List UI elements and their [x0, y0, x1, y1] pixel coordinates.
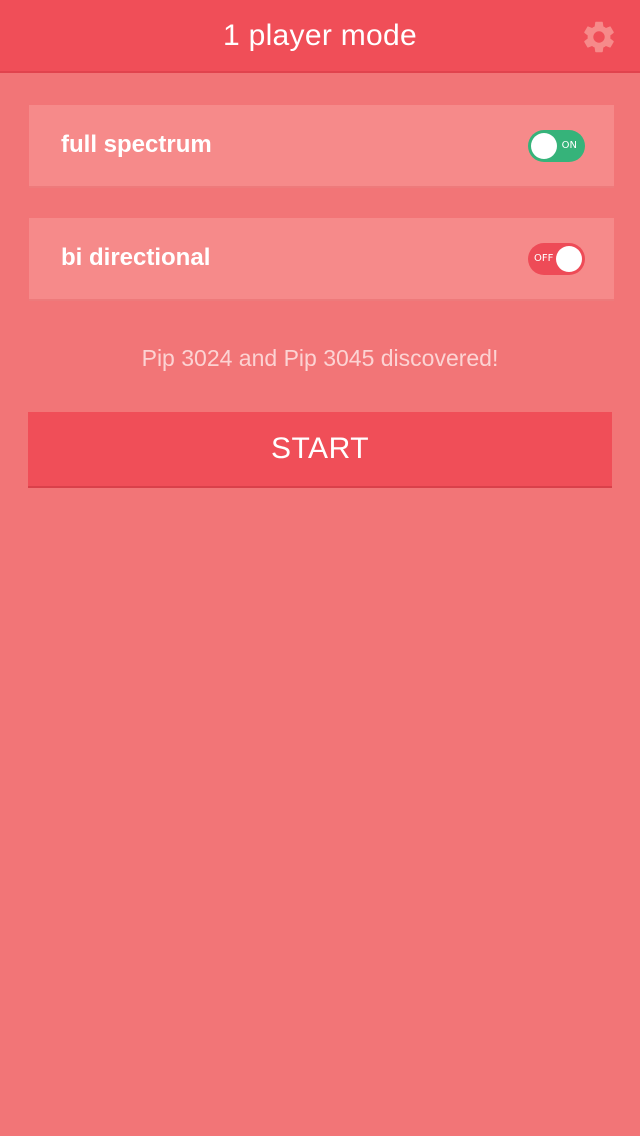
bi-directional-toggle[interactable]: OFF	[528, 243, 585, 275]
option-label: bi directional	[61, 244, 211, 271]
toggle-state-text: OFF	[534, 253, 554, 264]
app-screen: 1 player mode full spectrum ON bi direct…	[0, 0, 640, 1136]
option-label: full spectrum	[61, 131, 212, 158]
option-row-full-spectrum: full spectrum ON	[29, 105, 614, 188]
toggle-knob	[556, 246, 582, 272]
full-spectrum-toggle[interactable]: ON	[528, 130, 585, 162]
discovery-status-message: Pip 3024 and Pip 3045 discovered!	[141, 345, 499, 371]
page-title: 1 player mode	[222, 19, 417, 52]
option-row-bi-directional: bi directional OFF	[29, 218, 614, 301]
toggle-knob	[531, 133, 557, 159]
start-button[interactable]: START	[28, 412, 612, 488]
toggle-state-text: ON	[561, 140, 577, 151]
gear-icon	[580, 18, 618, 56]
top-bar: 1 player mode	[0, 0, 640, 73]
settings-button[interactable]	[580, 18, 618, 56]
